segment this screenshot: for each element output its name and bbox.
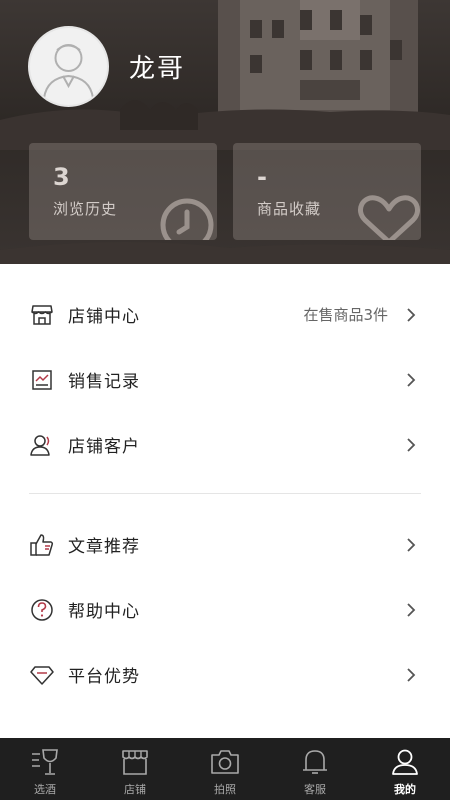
menu-item-article-recommend[interactable]: 文章推荐 [0,512,450,577]
browse-history-card[interactable]: 3 浏览历史 [29,143,217,240]
menu-label: 平台优势 [68,667,140,687]
heart-icon [358,195,420,240]
info-menu-group: 文章推荐 帮助中心 平台优势 [0,512,450,707]
nav-tab-camera[interactable]: 拍照 [180,738,270,800]
nav-label: 客服 [304,783,326,796]
avatar[interactable] [28,26,109,107]
thumbs-up-icon [30,533,54,557]
shop-icon [120,747,150,777]
nav-label: 选酒 [34,783,56,796]
menu-item-store-center[interactable]: 店铺中心 在售商品3件 [0,282,450,347]
chevron-right-icon [407,307,416,322]
profile-header: 龙哥 3 浏览历史 - 商品收藏 [0,0,450,264]
nav-label: 店铺 [124,783,146,796]
section-divider [29,493,421,494]
menu-label: 销售记录 [68,372,140,392]
username: 龙哥 [129,54,186,84]
sales-chart-icon [30,368,54,392]
store-icon [30,303,54,327]
nav-tab-customer-service[interactable]: 客服 [270,738,360,800]
chevron-right-icon [407,667,416,682]
chevron-right-icon [407,537,416,552]
menu-item-sales-records[interactable]: 销售记录 [0,347,450,412]
bell-icon [300,747,330,777]
wine-glass-icon [30,747,60,777]
nav-tab-shop[interactable]: 店铺 [90,738,180,800]
menu-label: 帮助中心 [68,602,140,622]
browse-history-label: 浏览历史 [53,200,118,218]
camera-icon [210,747,240,777]
menu-label: 店铺客户 [68,437,140,457]
default-user-avatar-icon [43,44,94,99]
bottom-nav: 选酒 店铺 拍照 客服 我的 [0,738,450,800]
menu-item-help-center[interactable]: 帮助中心 [0,577,450,642]
nav-label: 我的 [394,783,416,796]
customers-icon [30,433,54,457]
menu-item-platform-advantage[interactable]: 平台优势 [0,642,450,707]
chevron-right-icon [407,437,416,452]
nav-label: 拍照 [214,783,236,796]
user-icon [390,747,420,777]
favorites-card[interactable]: - 商品收藏 [233,143,421,240]
diamond-icon [30,663,54,687]
chevron-right-icon [407,372,416,387]
store-menu-group: 店铺中心 在售商品3件 销售记录 店铺客户 [0,282,450,477]
nav-tab-mine[interactable]: 我的 [360,738,450,800]
clock-icon [160,198,214,240]
nav-tab-select-wine[interactable]: 选酒 [0,738,90,800]
menu-label: 文章推荐 [68,537,140,557]
favorites-label: 商品收藏 [257,200,322,218]
on-sale-count: 在售商品3件 [303,306,388,324]
browse-history-count: 3 [53,163,70,191]
menu-label: 店铺中心 [68,307,140,327]
chevron-right-icon [407,602,416,617]
menu-item-store-customers[interactable]: 店铺客户 [0,412,450,477]
favorites-count: - [257,163,267,191]
question-icon [30,598,54,622]
